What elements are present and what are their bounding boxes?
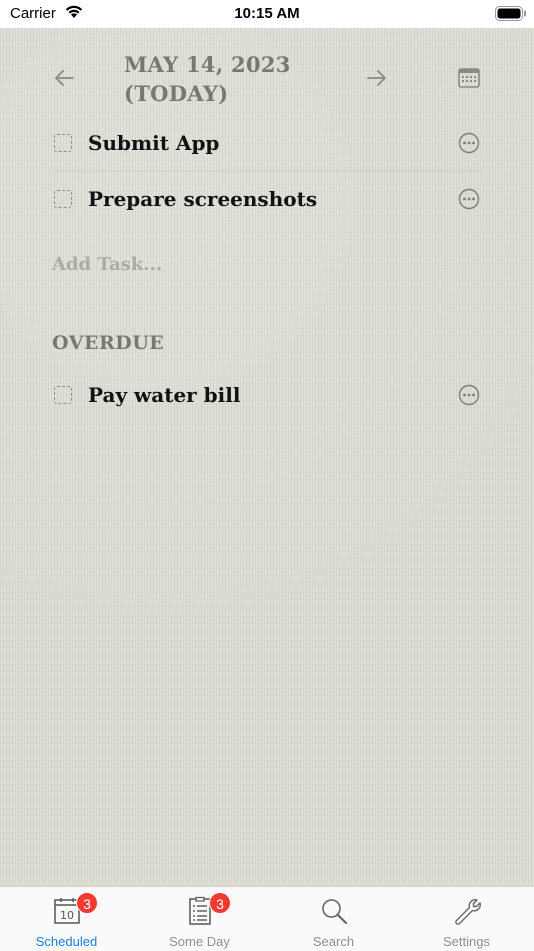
more-options-icon[interactable]	[458, 384, 480, 406]
task-checkbox[interactable]	[54, 386, 72, 404]
calendar-icon[interactable]	[457, 66, 481, 90]
date-label: MAY 14, 2023	[124, 52, 291, 77]
more-options-icon[interactable]	[458, 132, 480, 154]
badge-count: 3	[209, 892, 231, 914]
task-row[interactable]: Submit App	[0, 122, 534, 166]
task-checkbox[interactable]	[54, 190, 72, 208]
calendar-day-number: 10	[60, 909, 74, 922]
tab-search[interactable]: Search	[267, 887, 400, 951]
page-title: MAY 14, 2023 (TODAY)	[124, 50, 324, 108]
task-title: Prepare screenshots	[88, 187, 318, 211]
task-title: Submit App	[88, 131, 220, 155]
battery-icon	[495, 6, 526, 21]
tab-label: Settings	[443, 934, 490, 949]
tab-label: Some Day	[169, 934, 230, 949]
status-time: 10:15 AM	[234, 5, 300, 22]
task-row[interactable]: Prepare screenshots	[0, 178, 534, 222]
task-row[interactable]: Pay water bill	[0, 374, 534, 418]
more-options-icon[interactable]	[458, 188, 480, 210]
tab-bar: 10 3 Scheduled 3 Some Day Search Setting…	[0, 886, 534, 951]
add-task-input[interactable]: Add Task...	[52, 254, 162, 275]
tab-scheduled[interactable]: 10 3 Scheduled	[0, 887, 133, 951]
badge-count: 3	[76, 892, 98, 914]
tab-label: Search	[312, 934, 355, 949]
arrow-left-icon[interactable]	[52, 66, 76, 90]
overdue-header: OVERDUE	[52, 332, 165, 354]
tab-some-day[interactable]: 3 Some Day	[133, 887, 266, 951]
search-icon	[322, 899, 348, 925]
tab-settings[interactable]: Settings	[400, 887, 533, 951]
task-title: Pay water bill	[88, 383, 241, 407]
arrow-right-icon[interactable]	[365, 66, 389, 90]
wrench-icon	[455, 899, 481, 925]
task-checkbox[interactable]	[54, 134, 72, 152]
day-view: MAY 14, 2023 (TODAY) Submit App Prepare …	[0, 28, 534, 886]
tab-label: Scheduled	[35, 934, 98, 949]
status-bar: Carrier 10:15 AM	[0, 0, 534, 28]
divider	[52, 171, 482, 172]
today-label: (TODAY)	[124, 81, 229, 106]
